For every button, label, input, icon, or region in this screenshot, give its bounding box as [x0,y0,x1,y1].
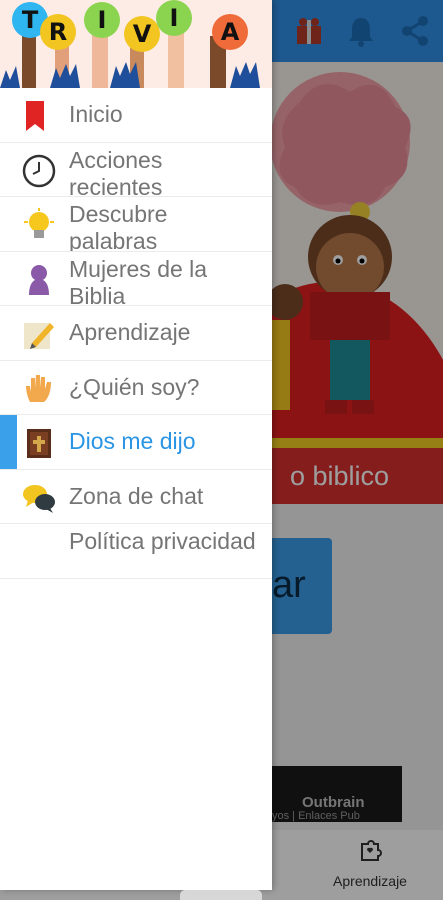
drawer-item-dios-me-dijo[interactable]: Dios me dijo [0,415,272,470]
logo-letter-i2: I [156,0,192,36]
drawer-item-label: Mujeres de la Biblia [69,255,208,306]
bible-icon [27,429,51,458]
drawer-item-label: ¿Quién soy? [69,373,200,400]
logo-letter-i: I [84,2,120,38]
drawer-item-label: Descubre palabras [69,201,168,251]
active-indicator [0,415,17,469]
drawer-item-label: Dios me dijo [69,428,196,454]
drawer-item-label: Zona de chat [69,482,204,509]
bookmark-icon [26,101,44,131]
pencil-icon [24,323,54,349]
chat-bubbles-icon [23,484,55,513]
clock-icon [22,154,56,187]
drawer-item-politica-privacidad[interactable]: Política privacidad [0,524,272,579]
drawer-item-label: Política privacidad [69,528,256,554]
logo-letter-v: V [124,16,160,52]
drawer-item-descubre-palabras[interactable]: Descubre palabras [0,197,272,252]
drawer-item-mujeres-biblia[interactable]: Mujeres de la Biblia [0,252,272,306]
drawer-menu: Inicio Acciones recientes Descubre palab… [0,88,272,579]
logo-letter-r: R [40,14,76,50]
drawer-item-label: Inicio [69,101,123,127]
drawer-item-aprendizaje[interactable]: Aprendizaje [0,306,272,361]
trivia-logo-header: T R I V I A [0,0,272,88]
gesture-handle[interactable] [180,890,262,900]
drawer-item-quien-soy[interactable]: ¿Quién soy? [0,361,272,415]
woman-icon [29,264,49,295]
navigation-drawer: T R I V I A Inicio Acciones recientes De… [0,0,272,890]
logo-letter-a: A [212,14,248,50]
drawer-item-label: Acciones recientes [69,146,163,197]
drawer-item-label: Aprendizaje [69,319,191,345]
lightbulb-icon [24,208,54,238]
drawer-item-acciones-recientes[interactable]: Acciones recientes [0,143,272,197]
drawer-item-inicio[interactable]: Inicio [0,88,272,143]
drawer-item-zona-chat[interactable]: Zona de chat [0,470,272,524]
hand-icon [26,374,51,402]
